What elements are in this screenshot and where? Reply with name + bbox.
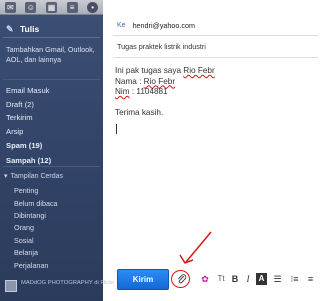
- pencil-icon: ✎: [6, 23, 14, 34]
- message-body[interactable]: Ini pak tugas saya Rio Febr Nama : Rio F…: [115, 66, 315, 119]
- body-name: Rio Febr: [143, 76, 176, 86]
- calendar-icon[interactable]: ▦: [45, 1, 57, 13]
- folder-inbox[interactable]: Email Masuk: [6, 86, 49, 95]
- body-label: Nim: [115, 87, 130, 96]
- folder-sent[interactable]: Terkirim: [6, 113, 33, 122]
- emoji-icon[interactable]: ✿: [199, 273, 211, 285]
- smart-view-item[interactable]: Orang: [14, 223, 34, 232]
- text-color-icon[interactable]: A: [256, 273, 267, 285]
- body-name: Rio Febr: [183, 66, 215, 75]
- send-button[interactable]: Kirim: [117, 269, 169, 290]
- body-closing: Terima kasih.: [115, 108, 164, 117]
- folder-trash[interactable]: Sampah (12): [6, 156, 51, 165]
- mail-icon[interactable]: ✉: [4, 1, 16, 13]
- smart-views-label: Tampilan Cerdas: [10, 172, 64, 180]
- bold-icon[interactable]: B: [230, 273, 240, 285]
- mail-compose-window: ✉ ☺ ▦ ≡ • ✎ Tulis Tambahkan Gmail, Outlo…: [0, 0, 320, 301]
- add-accounts-link[interactable]: Tambahkan Gmail, Outlook, AOL, dan lainn…: [6, 45, 98, 65]
- notepad-icon[interactable]: ≡: [66, 1, 78, 13]
- to-field[interactable]: hendri@yahoo.com: [133, 21, 195, 30]
- divider: [113, 57, 318, 58]
- divider: [3, 166, 100, 167]
- compose-label: Tulis: [20, 23, 40, 34]
- photo-thumbnail: [5, 280, 17, 292]
- smart-view-item[interactable]: Belum dibaca: [14, 199, 58, 208]
- body-text: Ini pak tugas saya: [115, 66, 184, 75]
- italic-icon[interactable]: I: [243, 273, 253, 285]
- to-row[interactable]: Ke hendri@yahoo.com: [117, 21, 195, 30]
- divider: [3, 37, 100, 38]
- folder-drafts[interactable]: Draft (2): [6, 100, 34, 109]
- smart-view-item[interactable]: Penting: [14, 186, 38, 195]
- folder-spam[interactable]: Spam (19): [6, 141, 42, 150]
- chevron-down-icon: ▾: [4, 173, 8, 180]
- bullet-list-icon[interactable]: ☰: [272, 273, 283, 285]
- more-icon[interactable]: •: [87, 1, 99, 13]
- subject-field[interactable]: Tugas praktek listrik industri: [117, 42, 206, 51]
- contacts-icon[interactable]: ☺: [25, 1, 37, 13]
- photo-credit[interactable]: MADdOG PHOTOGRAPHY di Flickr: [5, 280, 114, 292]
- text-cursor: [116, 124, 117, 134]
- smart-view-item[interactable]: Belanja: [14, 248, 38, 257]
- body-text: : 1104881: [129, 87, 168, 96]
- compose-pane: Ke hendri@yahoo.com Tugas praktek listri…: [103, 0, 320, 301]
- compose-button[interactable]: ✎ Tulis: [3, 21, 101, 36]
- sidebar-top-icons: ✉ ☺ ▦ ≡ •: [0, 0, 103, 15]
- divider: [3, 79, 100, 80]
- attachment-icon[interactable]: [175, 273, 187, 285]
- to-label: Ke: [117, 22, 126, 29]
- text-size-icon[interactable]: Tt: [215, 273, 227, 285]
- smart-view-item[interactable]: Sosial: [14, 236, 34, 245]
- numbered-list-icon[interactable]: ⁝≡: [289, 273, 300, 285]
- photo-credit-text: MADdOG PHOTOGRAPHY di Flickr: [21, 280, 115, 286]
- align-icon[interactable]: ≡: [305, 273, 316, 285]
- smart-view-item[interactable]: Dibintangi: [14, 211, 46, 220]
- compose-toolbar: Kirim ✿ Tt B I A ☰ ⁝≡ ≡: [103, 265, 320, 295]
- divider: [113, 35, 318, 36]
- smart-views-header[interactable]: ▾ Tampilan Cerdas: [4, 172, 64, 181]
- body-text: Nama :: [115, 76, 144, 86]
- smart-view-item[interactable]: Perjalanan: [14, 261, 48, 270]
- folder-archive[interactable]: Arsip: [6, 127, 23, 136]
